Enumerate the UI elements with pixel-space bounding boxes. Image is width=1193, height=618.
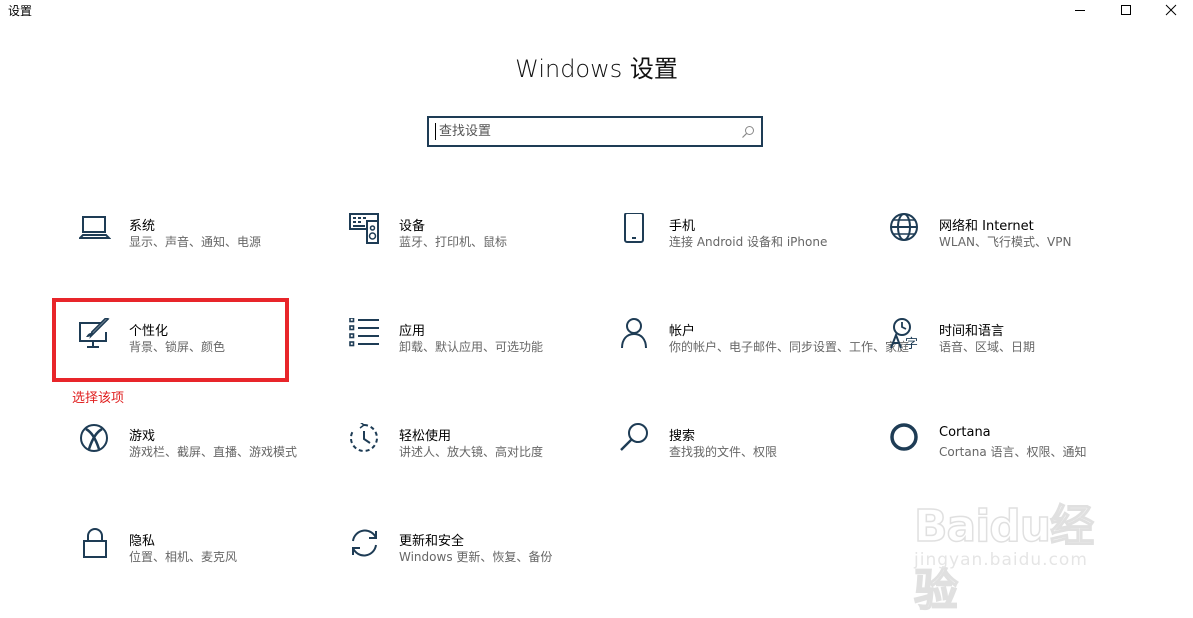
- watermark: Baidu经验 jingyan.baidu.com: [913, 470, 1129, 617]
- ease-of-access-icon: [349, 423, 381, 455]
- tile-gaming[interactable]: 游戏 游戏栏、截屏、直播、游戏模式: [79, 423, 329, 483]
- maximize-button[interactable]: [1103, 0, 1149, 20]
- tile-title: 游戏: [129, 429, 156, 444]
- tile-description: 查找我的文件、权限: [669, 445, 778, 459]
- minimize-button[interactable]: [1057, 0, 1103, 20]
- tile-title: 网络和 Internet: [939, 219, 1034, 234]
- tile-search[interactable]: 搜索 查找我的文件、权限: [619, 423, 869, 483]
- page-title: Windows 设置: [515, 55, 678, 83]
- text-caret: [435, 123, 436, 140]
- apps-list-icon: [349, 318, 381, 350]
- tile-description: 连接 Android 设备和 iPhone: [669, 235, 828, 249]
- minimize-icon: [1075, 10, 1085, 11]
- tile-title: 手机: [669, 219, 696, 234]
- time-language-icon: 字: [889, 318, 921, 350]
- tile-ease-of-access[interactable]: 轻松使用 讲述人、放大镜、高对比度: [349, 423, 599, 483]
- tile-description: WLAN、飞行模式、VPN: [939, 235, 1072, 249]
- maximize-icon: [1121, 5, 1131, 15]
- title-bar: 设置: [0, 0, 1193, 20]
- tile-description: 卸载、默认应用、可选功能: [399, 340, 544, 354]
- tile-title: 搜索: [669, 429, 696, 444]
- tile-title: Cortana: [939, 425, 991, 440]
- tile-description: 语音、区域、日期: [939, 340, 1036, 354]
- tile-title: 设备: [399, 219, 426, 234]
- devices-icon: [349, 213, 381, 245]
- tile-title: 轻松使用: [399, 429, 452, 444]
- tile-title: 隐私: [129, 534, 156, 549]
- tile-description: 位置、相机、麦克风: [129, 550, 238, 564]
- tile-devices[interactable]: 设备 蓝牙、打印机、鼠标: [349, 213, 599, 273]
- magnifier-icon: [619, 423, 651, 455]
- watermark-url: jingyan.baidu.com: [914, 550, 1088, 570]
- tile-title: 帐户: [669, 324, 696, 339]
- search-input[interactable]: [429, 118, 729, 145]
- globe-icon: [889, 213, 921, 245]
- tile-system[interactable]: 系统 显示、声音、通知、电源: [79, 213, 329, 273]
- tile-description: 你的帐户、电子邮件、同步设置、工作、家庭: [669, 340, 910, 354]
- laptop-icon: [79, 213, 111, 245]
- tile-description: 游戏栏、截屏、直播、游戏模式: [129, 445, 298, 459]
- xbox-icon: [79, 423, 111, 455]
- cortana-icon: [889, 423, 921, 455]
- tile-network[interactable]: 网络和 Internet WLAN、飞行模式、VPN: [889, 213, 1139, 273]
- annotation-text: 选择该项: [72, 391, 125, 406]
- search-icon[interactable]: [741, 124, 755, 143]
- tile-title: 时间和语言: [939, 324, 1005, 339]
- tile-time-language[interactable]: 字 时间和语言 语音、区域、日期: [889, 318, 1139, 378]
- tile-description: Cortana 语言、权限、通知: [939, 445, 1087, 459]
- tile-description: 蓝牙、打印机、鼠标: [399, 235, 508, 249]
- close-button[interactable]: [1148, 0, 1193, 20]
- person-icon: [619, 318, 651, 350]
- annotation-highlight-box: [52, 298, 289, 382]
- tile-title: 更新和安全: [399, 534, 465, 549]
- lock-icon: [79, 528, 111, 560]
- tile-title: 应用: [399, 324, 426, 339]
- search-box[interactable]: [427, 116, 763, 147]
- tile-accounts[interactable]: 帐户 你的帐户、电子邮件、同步设置、工作、家庭: [619, 318, 910, 378]
- tile-privacy[interactable]: 隐私 位置、相机、麦克风: [79, 528, 329, 588]
- tile-title: 系统: [129, 219, 156, 234]
- tile-description: Windows 更新、恢复、备份: [399, 550, 553, 564]
- tile-update-security[interactable]: 更新和安全 Windows 更新、恢复、备份: [349, 528, 599, 588]
- close-icon: [1165, 4, 1177, 16]
- tile-description: 显示、声音、通知、电源: [129, 235, 262, 249]
- window-title: 设置: [8, 4, 33, 18]
- tile-phone[interactable]: 手机 连接 Android 设备和 iPhone: [619, 213, 869, 273]
- sync-icon: [349, 528, 381, 560]
- svg-text:字: 字: [905, 337, 918, 350]
- tile-apps[interactable]: 应用 卸载、默认应用、可选功能: [349, 318, 599, 378]
- tile-description: 讲述人、放大镜、高对比度: [399, 445, 544, 459]
- phone-icon: [619, 213, 651, 245]
